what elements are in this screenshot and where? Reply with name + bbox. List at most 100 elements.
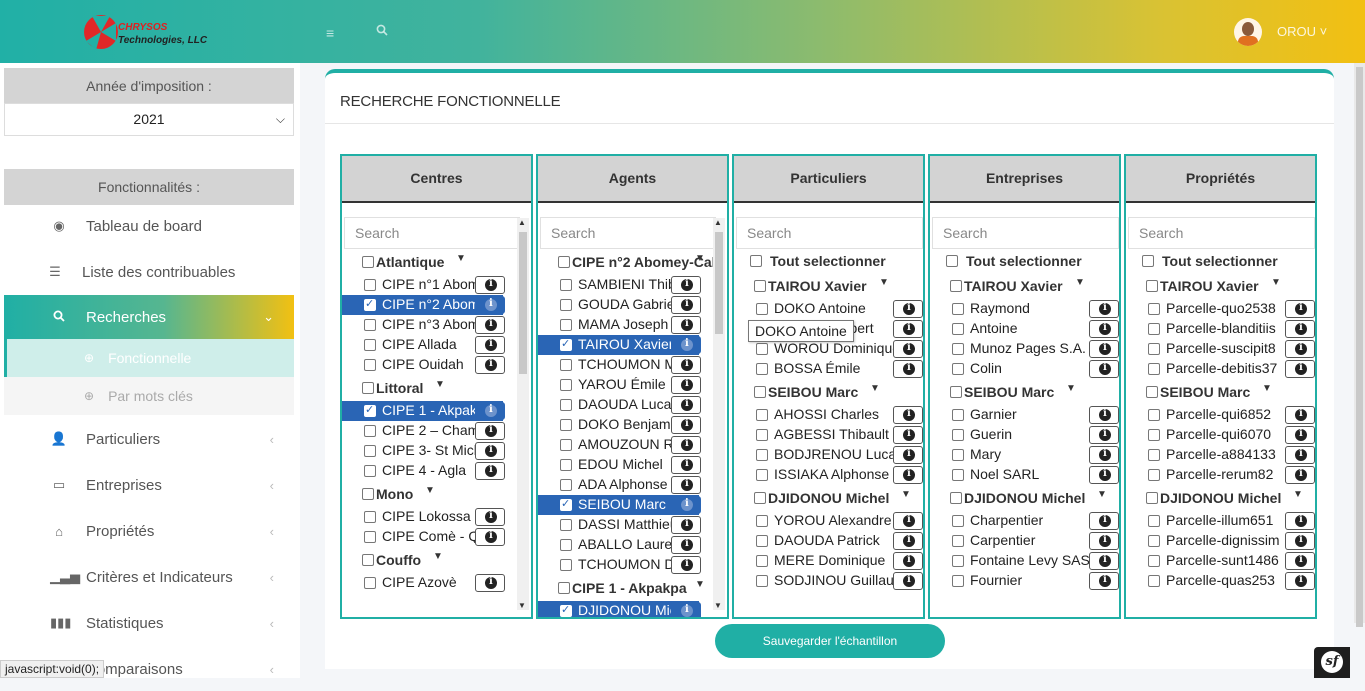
search-input[interactable]: Search [1128, 217, 1315, 249]
info-icon[interactable] [671, 536, 701, 554]
option-group[interactable]: SEIBOU Marc ▼ [930, 379, 1119, 405]
scroll-up-icon[interactable]: ▲ [518, 218, 526, 227]
caret-down-icon[interactable]: ▼ [425, 485, 435, 496]
caret-down-icon[interactable]: ▼ [433, 551, 443, 562]
list-item[interactable]: ADA Alphonse [538, 475, 701, 495]
list-item[interactable]: CIPE 3- St Michel [342, 441, 505, 461]
sidebar-subitem-functional[interactable]: ⊕ Fonctionnelle [4, 339, 294, 377]
list-item[interactable]: CIPE 4 - Agla [342, 461, 505, 481]
info-icon[interactable] [1285, 300, 1315, 318]
item-checkbox[interactable] [364, 425, 376, 437]
item-checkbox[interactable] [560, 379, 572, 391]
select-all-checkbox[interactable] [750, 255, 762, 267]
info-icon[interactable] [1089, 300, 1119, 318]
info-icon[interactable] [671, 376, 701, 394]
item-checkbox[interactable] [364, 531, 376, 543]
search-input[interactable]: Search [344, 217, 520, 249]
info-icon[interactable] [1089, 572, 1119, 590]
scroll-down-icon[interactable]: ▼ [714, 601, 722, 610]
info-icon[interactable] [475, 442, 505, 460]
caret-down-icon[interactable]: ▼ [879, 277, 889, 288]
info-icon[interactable] [1089, 426, 1119, 444]
option-group[interactable]: SEIBOU Marc ▼ [1126, 379, 1315, 405]
item-checkbox[interactable] [1148, 429, 1160, 441]
option-group[interactable]: TAIROU Xavier ▼ [930, 273, 1119, 299]
list-item[interactable]: Carpentier [930, 531, 1119, 551]
info-icon[interactable] [1285, 360, 1315, 378]
info-icon[interactable] [671, 516, 701, 534]
info-icon[interactable] [671, 456, 701, 474]
group-checkbox[interactable] [362, 488, 374, 500]
caret-down-icon[interactable]: ▼ [1066, 383, 1076, 394]
item-checkbox[interactable] [952, 575, 964, 587]
info-icon[interactable] [1285, 426, 1315, 444]
item-checkbox[interactable] [1148, 515, 1160, 527]
item-checkbox[interactable] [756, 575, 768, 587]
item-checkbox[interactable] [364, 511, 376, 523]
info-icon[interactable] [893, 426, 923, 444]
item-checkbox[interactable] [952, 429, 964, 441]
info-icon[interactable] [893, 300, 923, 318]
list-item[interactable]: CIPE n°1 Abomey [342, 275, 505, 295]
item-checkbox[interactable] [952, 409, 964, 421]
info-icon[interactable] [893, 340, 923, 358]
group-checkbox[interactable] [362, 256, 374, 268]
info-icon[interactable] [475, 356, 505, 374]
scroll-thumb[interactable] [715, 232, 723, 334]
option-group[interactable]: TAIROU Xavier ▼ [734, 273, 923, 299]
option-group[interactable]: SEIBOU Marc ▼ [734, 379, 923, 405]
item-checkbox[interactable] [756, 363, 768, 375]
info-icon[interactable] [671, 602, 701, 617]
item-checkbox[interactable] [364, 465, 376, 477]
list-item[interactable]: DASSI Matthieu [538, 515, 701, 535]
item-checkbox[interactable] [952, 343, 964, 355]
info-icon[interactable] [1285, 512, 1315, 530]
item-checkbox[interactable] [364, 279, 376, 291]
item-checkbox[interactable] [560, 399, 572, 411]
info-icon[interactable] [475, 462, 505, 480]
item-checkbox[interactable] [952, 323, 964, 335]
list-item[interactable]: GOUDA Gabriel [538, 295, 701, 315]
list-item[interactable]: TCHOUMON Marc [538, 355, 701, 375]
sidebar-item-dashboard[interactable]: ◉ Tableau de board [4, 204, 294, 248]
caret-down-icon[interactable]: ▼ [1262, 383, 1272, 394]
info-icon[interactable] [893, 572, 923, 590]
list-item[interactable]: ISSIAKA Alphonse [734, 465, 923, 485]
group-checkbox[interactable] [754, 280, 766, 292]
group-checkbox[interactable] [558, 582, 570, 594]
item-checkbox[interactable] [1148, 555, 1160, 567]
info-icon[interactable] [1089, 446, 1119, 464]
page-scrollbar[interactable] [1354, 63, 1365, 627]
list-item[interactable]: AHOSSI Charles [734, 405, 923, 425]
option-group[interactable]: Atlantique ▼ [342, 249, 531, 275]
info-icon[interactable] [671, 316, 701, 334]
group-checkbox[interactable] [754, 386, 766, 398]
avatar[interactable] [1234, 18, 1262, 46]
list-item[interactable]: Guerin [930, 425, 1119, 445]
select-all-checkbox[interactable] [946, 255, 958, 267]
caret-down-icon[interactable]: ▼ [456, 253, 466, 264]
list-item[interactable]: CIPE Ouidah [342, 355, 505, 375]
caret-down-icon[interactable]: ▼ [695, 253, 705, 264]
list-item[interactable]: Colin [930, 359, 1119, 379]
option-group[interactable]: TAIROU Xavier ▼ [1126, 273, 1315, 299]
item-checkbox[interactable] [364, 403, 376, 417]
item-checkbox[interactable] [1148, 409, 1160, 421]
list-item[interactable]: CIPE n°3 Abomey [342, 315, 505, 335]
group-checkbox[interactable] [1146, 280, 1158, 292]
item-checkbox[interactable] [1148, 303, 1160, 315]
sidebar-item-taxpayers[interactable]: ☰ Liste des contribuables [4, 250, 294, 294]
info-icon[interactable] [671, 276, 701, 294]
info-icon[interactable] [475, 422, 505, 440]
info-icon[interactable] [1285, 446, 1315, 464]
info-icon[interactable] [893, 446, 923, 464]
list-item[interactable]: Raymond [930, 299, 1119, 319]
info-icon[interactable] [1285, 532, 1315, 550]
list-item[interactable]: Fontaine Levy SAS [930, 551, 1119, 571]
group-checkbox[interactable] [362, 382, 374, 394]
caret-down-icon[interactable]: ▼ [435, 379, 445, 390]
list-item[interactable]: Antoine [930, 319, 1119, 339]
info-icon[interactable] [475, 336, 505, 354]
list-item[interactable]: DOKO Antoine [734, 299, 923, 319]
item-checkbox[interactable] [560, 539, 572, 551]
